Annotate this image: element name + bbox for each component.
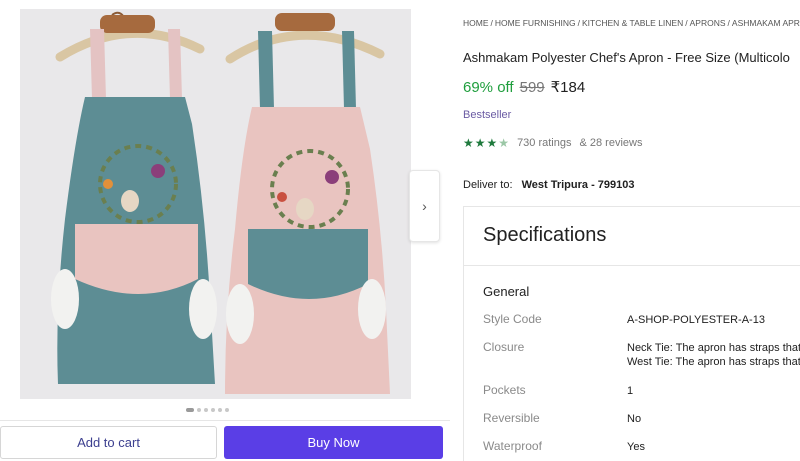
- star-icon: ★: [474, 136, 486, 150]
- breadcrumb-separator: /: [727, 18, 730, 28]
- deliver-label: Deliver to:: [463, 179, 513, 191]
- half-star-icon: ★: [498, 136, 510, 150]
- specifications-heading: Specifications: [483, 224, 607, 246]
- product-title: Ashmakam Polyester Chef's Apron - Free S…: [463, 50, 790, 65]
- original-price: 599: [519, 79, 545, 96]
- spec-value: Neck Tie: The apron has straps that: [627, 342, 800, 354]
- star-icon: ★: [486, 136, 498, 150]
- selling-price: ₹184: [550, 79, 586, 96]
- spec-label: Reversible: [483, 411, 540, 425]
- apron-photo: [20, 9, 411, 399]
- buy-now-button[interactable]: Buy Now: [224, 426, 443, 459]
- spec-label: Style Code: [483, 312, 542, 326]
- product-image[interactable]: [20, 9, 411, 399]
- breadcrumb: HOME / HOME FURNISHING / KITCHEN & TABLE…: [463, 18, 800, 28]
- spec-value: 1: [627, 385, 634, 397]
- breadcrumb-item[interactable]: ASHMAKAM APRONS: [732, 18, 800, 28]
- breadcrumb-separator: /: [577, 18, 580, 28]
- delivery-info: Deliver to: West Tripura - 799103: [463, 179, 635, 191]
- reviews-count[interactable]: & 28 reviews: [580, 137, 643, 149]
- carousel-dots: [186, 408, 229, 412]
- spec-label: Pockets: [483, 383, 526, 397]
- chevron-right-icon: ›: [422, 198, 427, 214]
- rating-row: ★ ★ ★ ★ 730 ratings & 28 reviews: [463, 136, 642, 150]
- breadcrumb-separator: /: [685, 18, 688, 28]
- spec-group-title: General: [483, 284, 530, 299]
- discount-percent: 69% off: [463, 79, 514, 96]
- spec-label: Closure: [483, 340, 525, 354]
- breadcrumb-item[interactable]: KITCHEN & TABLE LINEN: [582, 18, 683, 28]
- breadcrumb-item[interactable]: HOME FURNISHING: [495, 18, 576, 28]
- breadcrumb-item[interactable]: APRONS: [690, 18, 726, 28]
- carousel-dot[interactable]: [225, 408, 229, 412]
- carousel-dot[interactable]: [197, 408, 201, 412]
- carousel-next-button[interactable]: ›: [409, 170, 440, 242]
- spec-label: Waterproof: [483, 439, 542, 453]
- spec-value: No: [627, 413, 642, 425]
- ratings-count[interactable]: 730 ratings: [517, 137, 571, 149]
- price-row: 69% off 599 ₹184: [463, 78, 585, 96]
- breadcrumb-separator: /: [490, 18, 493, 28]
- bestseller-badge: Bestseller: [463, 109, 512, 121]
- carousel-dot[interactable]: [218, 408, 222, 412]
- spec-value: West Tie: The apron has straps that: [627, 356, 800, 368]
- breadcrumb-item[interactable]: HOME: [463, 18, 489, 28]
- divider: [464, 265, 800, 266]
- star-rating: ★ ★ ★ ★: [463, 136, 509, 150]
- product-page: › Add to cart Buy Now HOME / HOME FURNIS…: [0, 0, 800, 461]
- carousel-dot[interactable]: [211, 408, 215, 412]
- spec-value: Yes: [627, 441, 645, 453]
- carousel-dot[interactable]: [204, 408, 208, 412]
- add-to-cart-button[interactable]: Add to cart: [0, 426, 217, 459]
- spec-value: A-SHOP-POLYESTER-A-13: [627, 314, 765, 326]
- star-icon: ★: [463, 136, 474, 150]
- delivery-location[interactable]: West Tripura - 799103: [522, 179, 635, 191]
- carousel-dot[interactable]: [186, 408, 194, 412]
